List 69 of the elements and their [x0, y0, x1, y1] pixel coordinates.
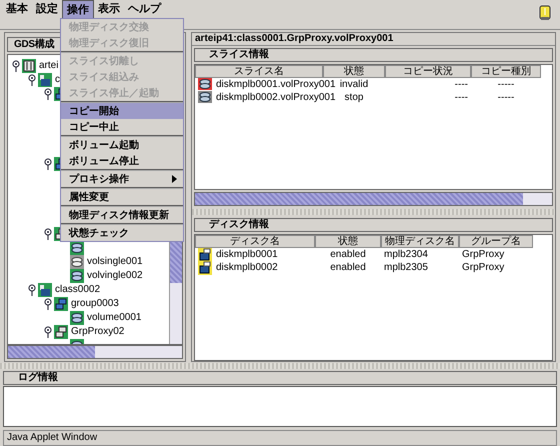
table-cell: diskmplb0001 — [216, 249, 278, 260]
disk-stack-icon — [38, 72, 52, 87]
tree-node-label[interactable]: GrpProxy02 — [70, 326, 124, 338]
menu-item[interactable]: ボリューム停止 — [61, 153, 183, 169]
status-bar: Java Applet Window — [3, 430, 557, 446]
table-cell: GrpProxy — [462, 262, 504, 274]
menu-item[interactable]: ボリューム起動 — [61, 135, 183, 153]
tree-node-label[interactable]: volvingle002 — [86, 270, 143, 282]
group-icon — [54, 324, 68, 339]
menu-item[interactable]: 設定 — [32, 0, 62, 21]
menu-item[interactable]: ヘルプ — [124, 0, 165, 21]
volume-icon — [70, 268, 84, 283]
menu-item[interactable]: 属性変更 — [61, 187, 183, 205]
column-header[interactable]: 物理ディスク名 — [381, 235, 459, 248]
table-cell: ---- — [454, 92, 468, 103]
table-cell: GrpProxy — [462, 249, 504, 260]
tree-node-label[interactable]: group0003 — [70, 298, 119, 310]
panel-header: スライス情報 — [194, 48, 553, 62]
expand-handle-icon — [44, 326, 52, 338]
volume-icon — [70, 254, 84, 269]
menu-item[interactable]: 物理ディスク情報更新 — [61, 205, 183, 223]
column-header[interactable]: グループ名 — [459, 235, 533, 248]
column-header[interactable]: 状態 — [323, 64, 385, 78]
horizontal-scrollbar[interactable] — [7, 344, 183, 359]
server-icon — [22, 58, 36, 73]
volume-icon — [70, 310, 84, 325]
menu-item[interactable]: 基本 — [2, 0, 32, 21]
column-header[interactable]: スライス名 — [195, 64, 323, 78]
table-cell: diskmplb0002.volProxy001 — [216, 92, 336, 103]
menu-item[interactable]: コピー中止 — [61, 119, 183, 135]
detail-title: arteip41:class0001.GrpProxy.volProxy001 — [192, 32, 555, 46]
table-cell: diskmplb0002 — [216, 262, 278, 274]
menu-item[interactable]: 状態チェック — [61, 223, 183, 241]
table-cell: invalid — [340, 78, 368, 90]
table-cell: ---- — [454, 78, 468, 90]
menu-item[interactable]: コピー開始 — [61, 101, 183, 119]
table-cell: mplb2304 — [384, 249, 428, 260]
table-cell: stop — [344, 92, 364, 103]
group-icon — [54, 296, 68, 311]
table-cell: ----- — [498, 78, 514, 90]
expand-handle-icon — [44, 88, 52, 100]
expand-handle-icon — [28, 284, 36, 296]
table-cell: enabled — [330, 249, 366, 260]
tree-node-label[interactable]: volume0001 — [86, 312, 142, 324]
menu-item[interactable]: プロキシ操作 — [61, 169, 183, 187]
menu-item[interactable]: 表示 — [94, 0, 124, 21]
expand-handle-icon — [28, 74, 36, 86]
tree-node-label[interactable]: c — [54, 74, 60, 86]
column-header[interactable]: コピー状況 — [385, 64, 471, 78]
slice-icon — [198, 91, 212, 104]
horizontal-scrollbar[interactable] — [194, 192, 553, 206]
expand-handle-icon — [12, 60, 20, 72]
column-header[interactable]: ディスク名 — [195, 235, 315, 248]
disk-stack-icon — [38, 282, 52, 297]
table-cell: mplb2305 — [384, 262, 428, 274]
error-slice-icon — [198, 78, 212, 90]
tree-node-label[interactable]: class0002 — [54, 284, 100, 296]
column-header[interactable]: コピー種別 — [471, 64, 541, 78]
column-header[interactable]: 状態 — [315, 235, 381, 248]
table-cell: diskmplb0001.volProxy001 — [216, 78, 336, 90]
table-cell: enabled — [330, 262, 366, 274]
tree-node-label[interactable]: volsingle001 — [86, 256, 143, 268]
expand-handle-icon — [44, 158, 52, 170]
expand-handle-icon — [44, 298, 52, 310]
panel-header: ディスク情報 — [194, 218, 553, 232]
tree-node-label[interactable]: artei — [38, 60, 58, 72]
log-panel-header: ログ情報 — [3, 370, 557, 385]
expand-handle-icon — [44, 228, 52, 240]
table-cell: ----- — [498, 92, 514, 103]
